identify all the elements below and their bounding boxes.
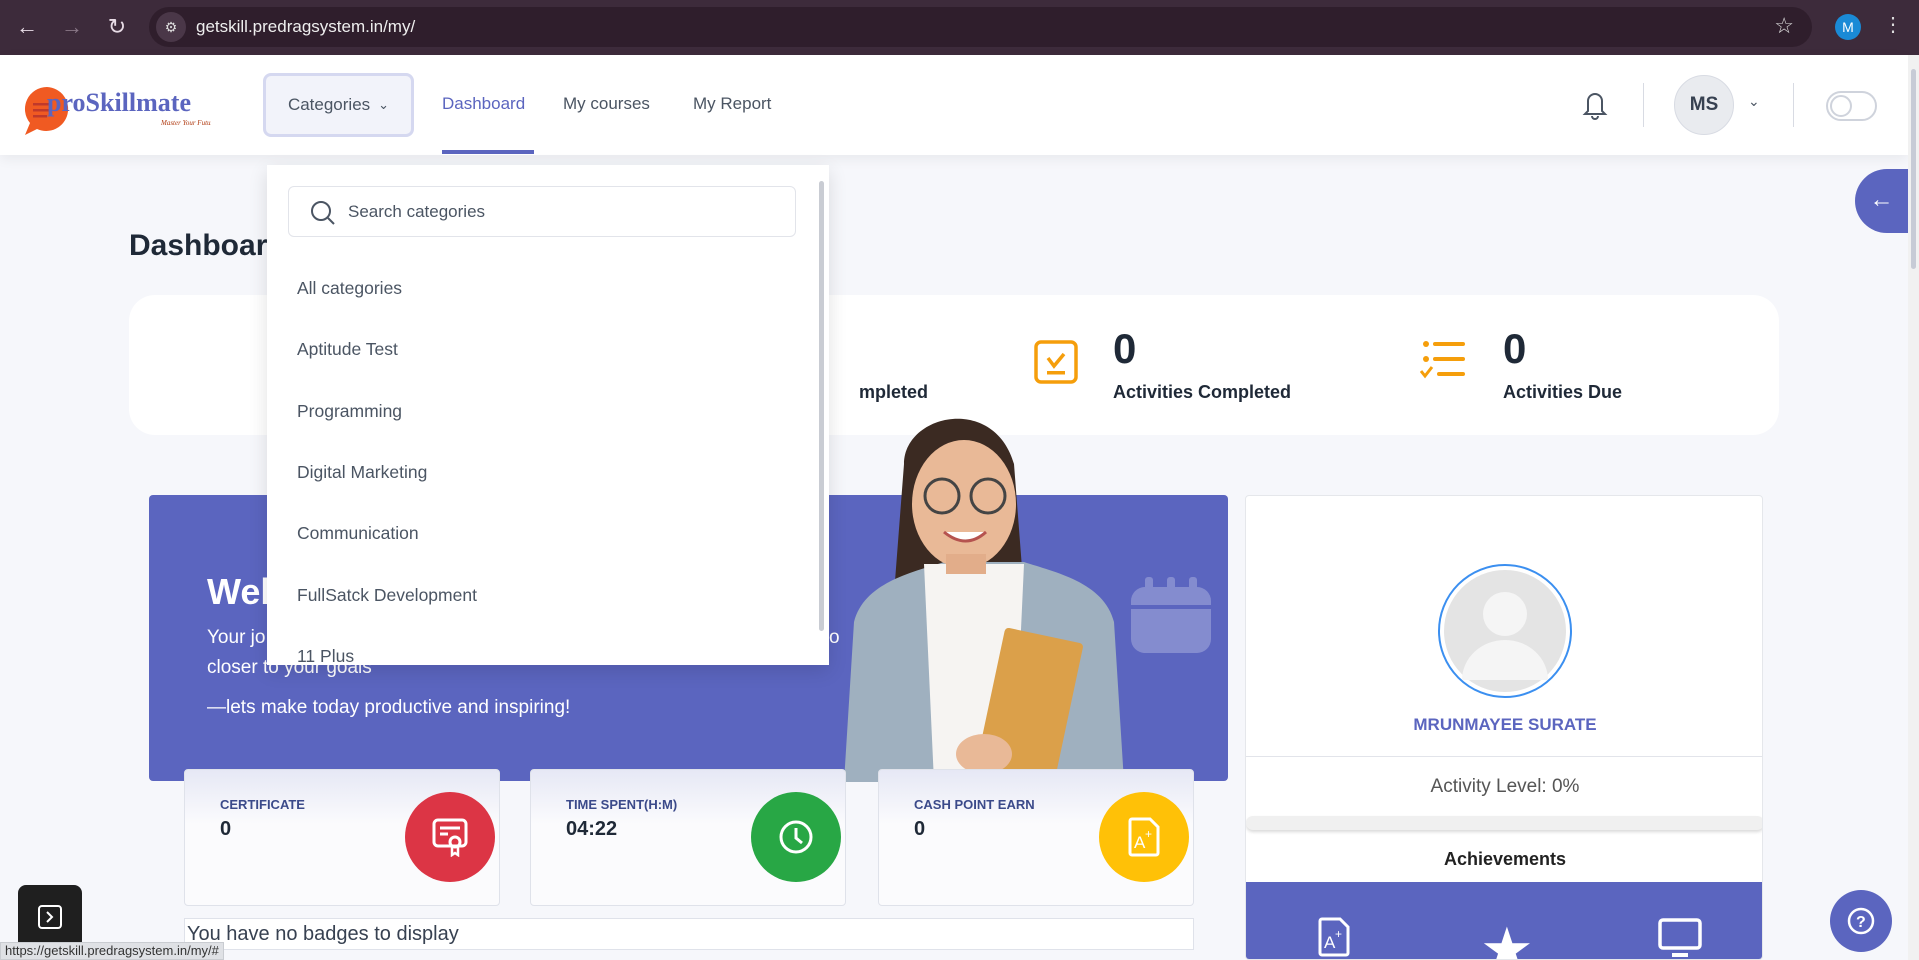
chevron-right-icon	[38, 905, 62, 929]
page-title: Dashboard	[129, 229, 286, 262]
forward-icon[interactable]: →	[57, 12, 87, 42]
question-icon: ?	[1847, 907, 1875, 935]
url-text[interactable]: getskill.predragsystem.in/my/	[196, 17, 415, 37]
notification-bell-icon[interactable]	[1580, 87, 1610, 121]
activity-progress-bar	[1246, 816, 1762, 830]
welcome-text: —lets make today productive and inspirin…	[207, 697, 571, 718]
clipboard-check-icon	[1034, 340, 1078, 389]
grade-document-icon: A +	[1318, 917, 1350, 959]
svg-text:?: ?	[1856, 914, 1866, 931]
address-bar[interactable]: ⚙ getskill.predragsystem.in/my/ ☆	[149, 7, 1812, 47]
terminal-button[interactable]	[18, 885, 82, 949]
help-button[interactable]: ?	[1830, 890, 1892, 952]
stat-label: mpleted	[858, 382, 928, 402]
cash-point-card: CASH POINT EARN 0 A +	[878, 769, 1194, 906]
monitor-icon	[1658, 918, 1702, 959]
bookmark-star-icon[interactable]: ☆	[1774, 13, 1794, 39]
welcome-text: Your jo	[207, 627, 266, 648]
card-value: 04:22	[566, 818, 618, 840]
student-illustration	[814, 404, 1154, 782]
card-label: TIME SPENT(H:M)	[566, 797, 678, 812]
logo[interactable]: proSkillmate Master Your Future!	[21, 83, 219, 135]
browser-toolbar: ← → ↻ ⚙ getskill.predragsystem.in/my/ ☆ …	[0, 0, 1919, 55]
category-item[interactable]: Communication	[297, 523, 419, 544]
back-icon[interactable]: ←	[12, 12, 42, 42]
user-avatar[interactable]: MS	[1674, 75, 1734, 135]
reload-icon[interactable]: ↻	[102, 12, 132, 42]
stat-label: Activities Due	[1503, 382, 1623, 402]
active-nav-indicator	[442, 150, 534, 154]
browser-menu-icon[interactable]: ⋮	[1883, 12, 1903, 37]
divider	[1643, 83, 1644, 127]
browser-profile-avatar[interactable]: M	[1835, 14, 1861, 40]
search-categories-input[interactable]: Search categories	[288, 186, 796, 237]
certificate-card: CERTIFICATE 0	[184, 769, 500, 906]
stat-value: 0	[1503, 325, 1527, 372]
profile-picture[interactable]	[1436, 562, 1574, 705]
site-info-icon[interactable]: ⚙	[156, 12, 186, 42]
stat-value: 0	[1113, 325, 1137, 372]
svg-text:proSkillmate: proSkillmate	[47, 88, 191, 117]
grade-document-icon: A +	[1099, 792, 1189, 882]
certificate-icon	[405, 792, 495, 882]
category-item[interactable]: Programming	[297, 401, 402, 422]
chevron-down-icon: ⌄	[378, 97, 390, 112]
drawer-toggle-arrow-left-icon[interactable]: ←	[1855, 169, 1908, 233]
svg-text:+: +	[1145, 827, 1152, 841]
svg-text:Master Your Future!: Master Your Future!	[160, 119, 211, 127]
category-item[interactable]: Digital Marketing	[297, 462, 427, 483]
stat-label: Activities Completed	[1113, 382, 1292, 402]
status-bar-url: https://getskill.predragsystem.in/my/#	[0, 942, 224, 960]
welcome-heading: Wel	[207, 571, 271, 612]
dropdown-scrollbar[interactable]	[815, 165, 829, 665]
nav-my-report[interactable]: My Report	[693, 94, 771, 114]
svg-text:+: +	[1335, 927, 1342, 941]
chevron-down-icon[interactable]: ⌄	[1748, 93, 1760, 110]
divider	[1246, 756, 1762, 757]
nav-my-courses[interactable]: My courses	[563, 94, 650, 114]
category-item[interactable]: 11 Plus	[297, 646, 354, 665]
category-item[interactable]: All categories	[297, 278, 402, 299]
page-scrollbar[interactable]	[1908, 55, 1919, 960]
clock-icon	[751, 792, 841, 882]
badges-message: You have no badges to display	[184, 918, 1194, 950]
achievements-panel: A + ★	[1246, 882, 1762, 960]
activity-level: Activity Level: 0%	[1430, 776, 1580, 797]
card-label: CASH POINT EARN	[914, 797, 1035, 812]
categories-label: Categories	[287, 95, 371, 114]
theme-toggle[interactable]	[1826, 91, 1877, 121]
category-item[interactable]: Aptitude Test	[297, 339, 398, 360]
categories-dropdown: Search categories All categories Aptitud…	[267, 165, 829, 665]
site-header: proSkillmate Master Your Future! Categor…	[0, 55, 1908, 155]
user-name[interactable]: MRUNMAYEE SURATE	[1246, 715, 1762, 735]
star-icon: ★	[1480, 916, 1534, 960]
search-placeholder: Search categories	[348, 202, 486, 221]
divider	[1793, 83, 1794, 127]
card-value: 0	[220, 818, 232, 840]
checklist-icon	[1419, 339, 1468, 388]
profile-card: MRUNMAYEE SURATE Activity Level: 0% Achi…	[1245, 495, 1763, 960]
time-spent-card: TIME SPENT(H:M) 04:22	[530, 769, 846, 906]
categories-button[interactable]: Categories ⌄	[263, 73, 414, 137]
search-icon	[311, 201, 335, 225]
nav-dashboard[interactable]: Dashboard	[442, 94, 525, 114]
card-label: CERTIFICATE	[220, 797, 305, 812]
card-value: 0	[914, 818, 926, 840]
category-item[interactable]: FullSatck Development	[297, 585, 477, 606]
achievements-heading: Achievements	[1443, 849, 1567, 869]
